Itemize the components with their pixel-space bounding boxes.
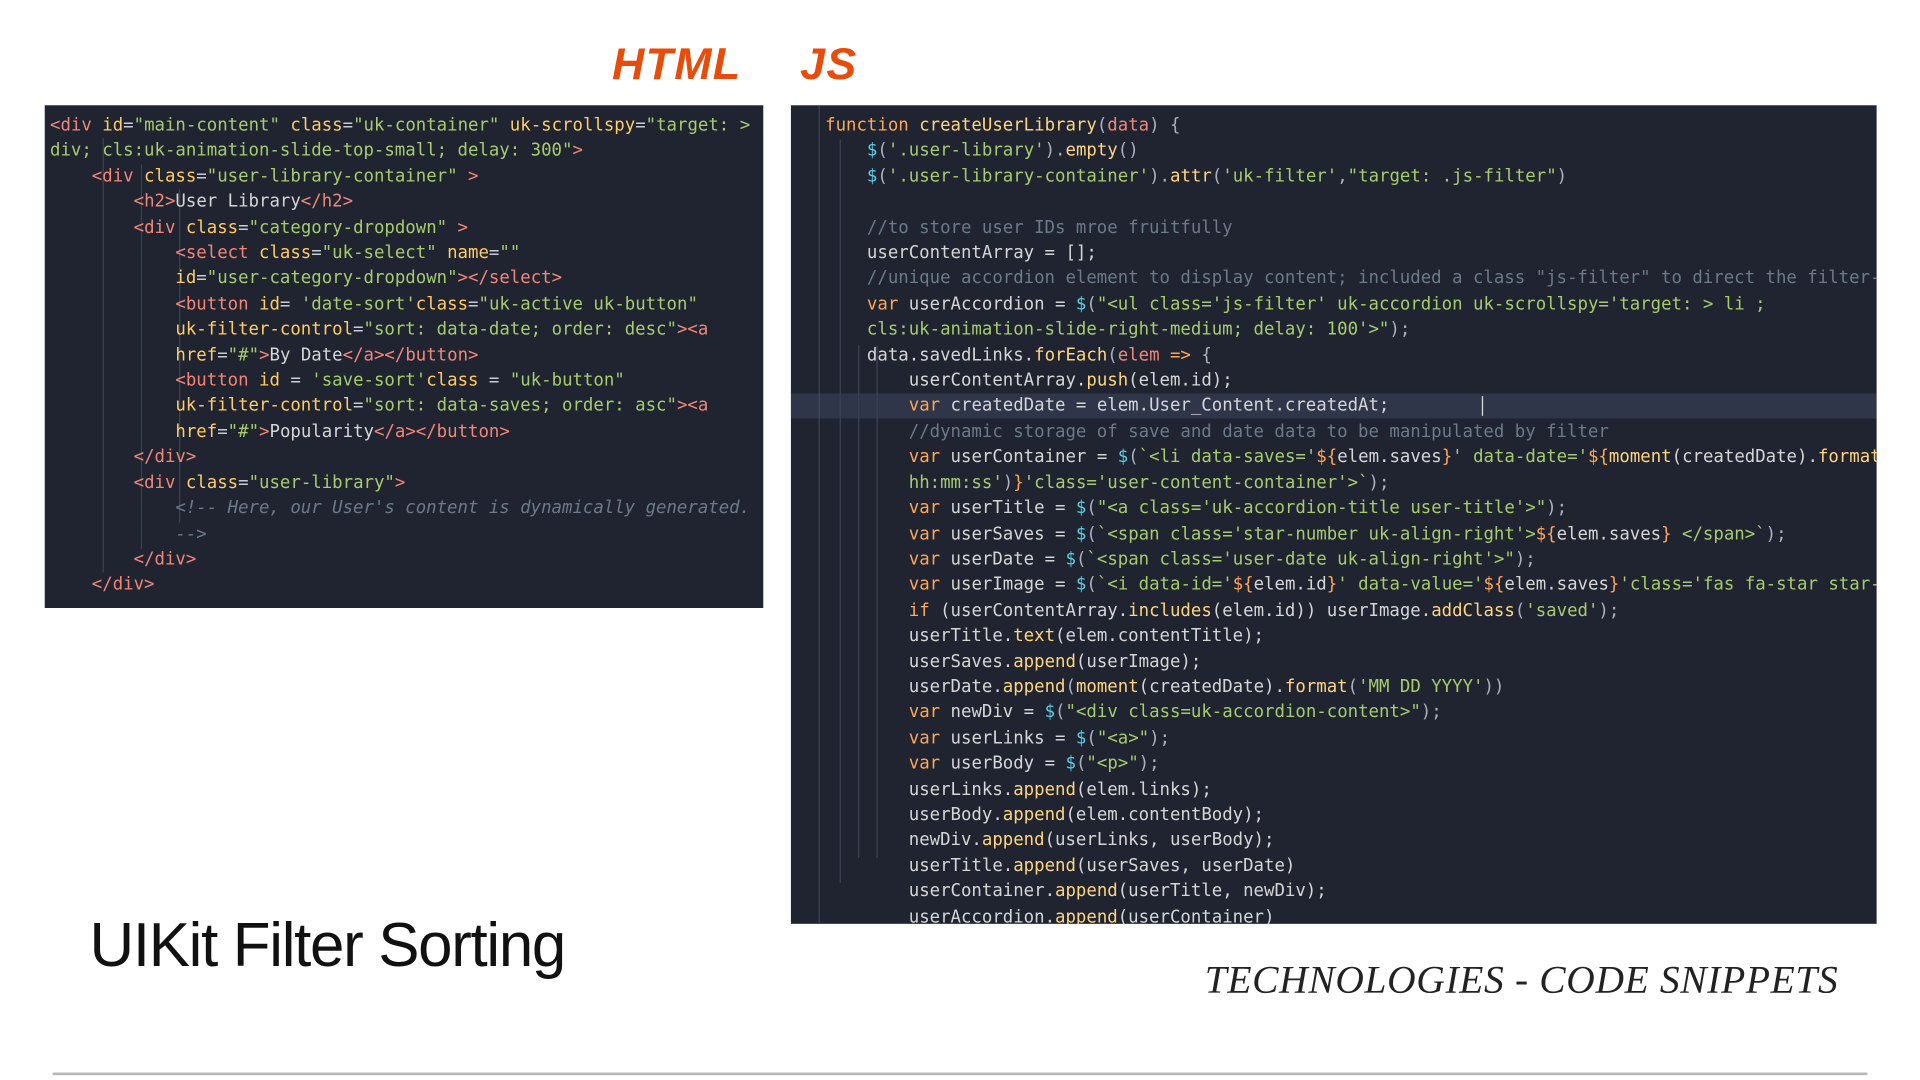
code-snippet-html: <div id="main-content" class="uk-contain… (45, 105, 764, 608)
code-snippet-js: function createUserLibrary(data) { $('.u… (791, 105, 1877, 924)
code-html-pre: <div id="main-content" class="uk-contain… (50, 113, 758, 598)
label-html: HTML (612, 39, 742, 90)
label-js: JS (800, 39, 857, 90)
slide-title-left: UIKit Filter Sorting (89, 908, 565, 980)
footer-divider (53, 1073, 1868, 1076)
slide-title-right: TECHNOLOGIES - CODE SNIPPETS (1205, 958, 1839, 1003)
code-js-pre: function createUserLibrary(data) { $('.u… (796, 113, 1871, 924)
